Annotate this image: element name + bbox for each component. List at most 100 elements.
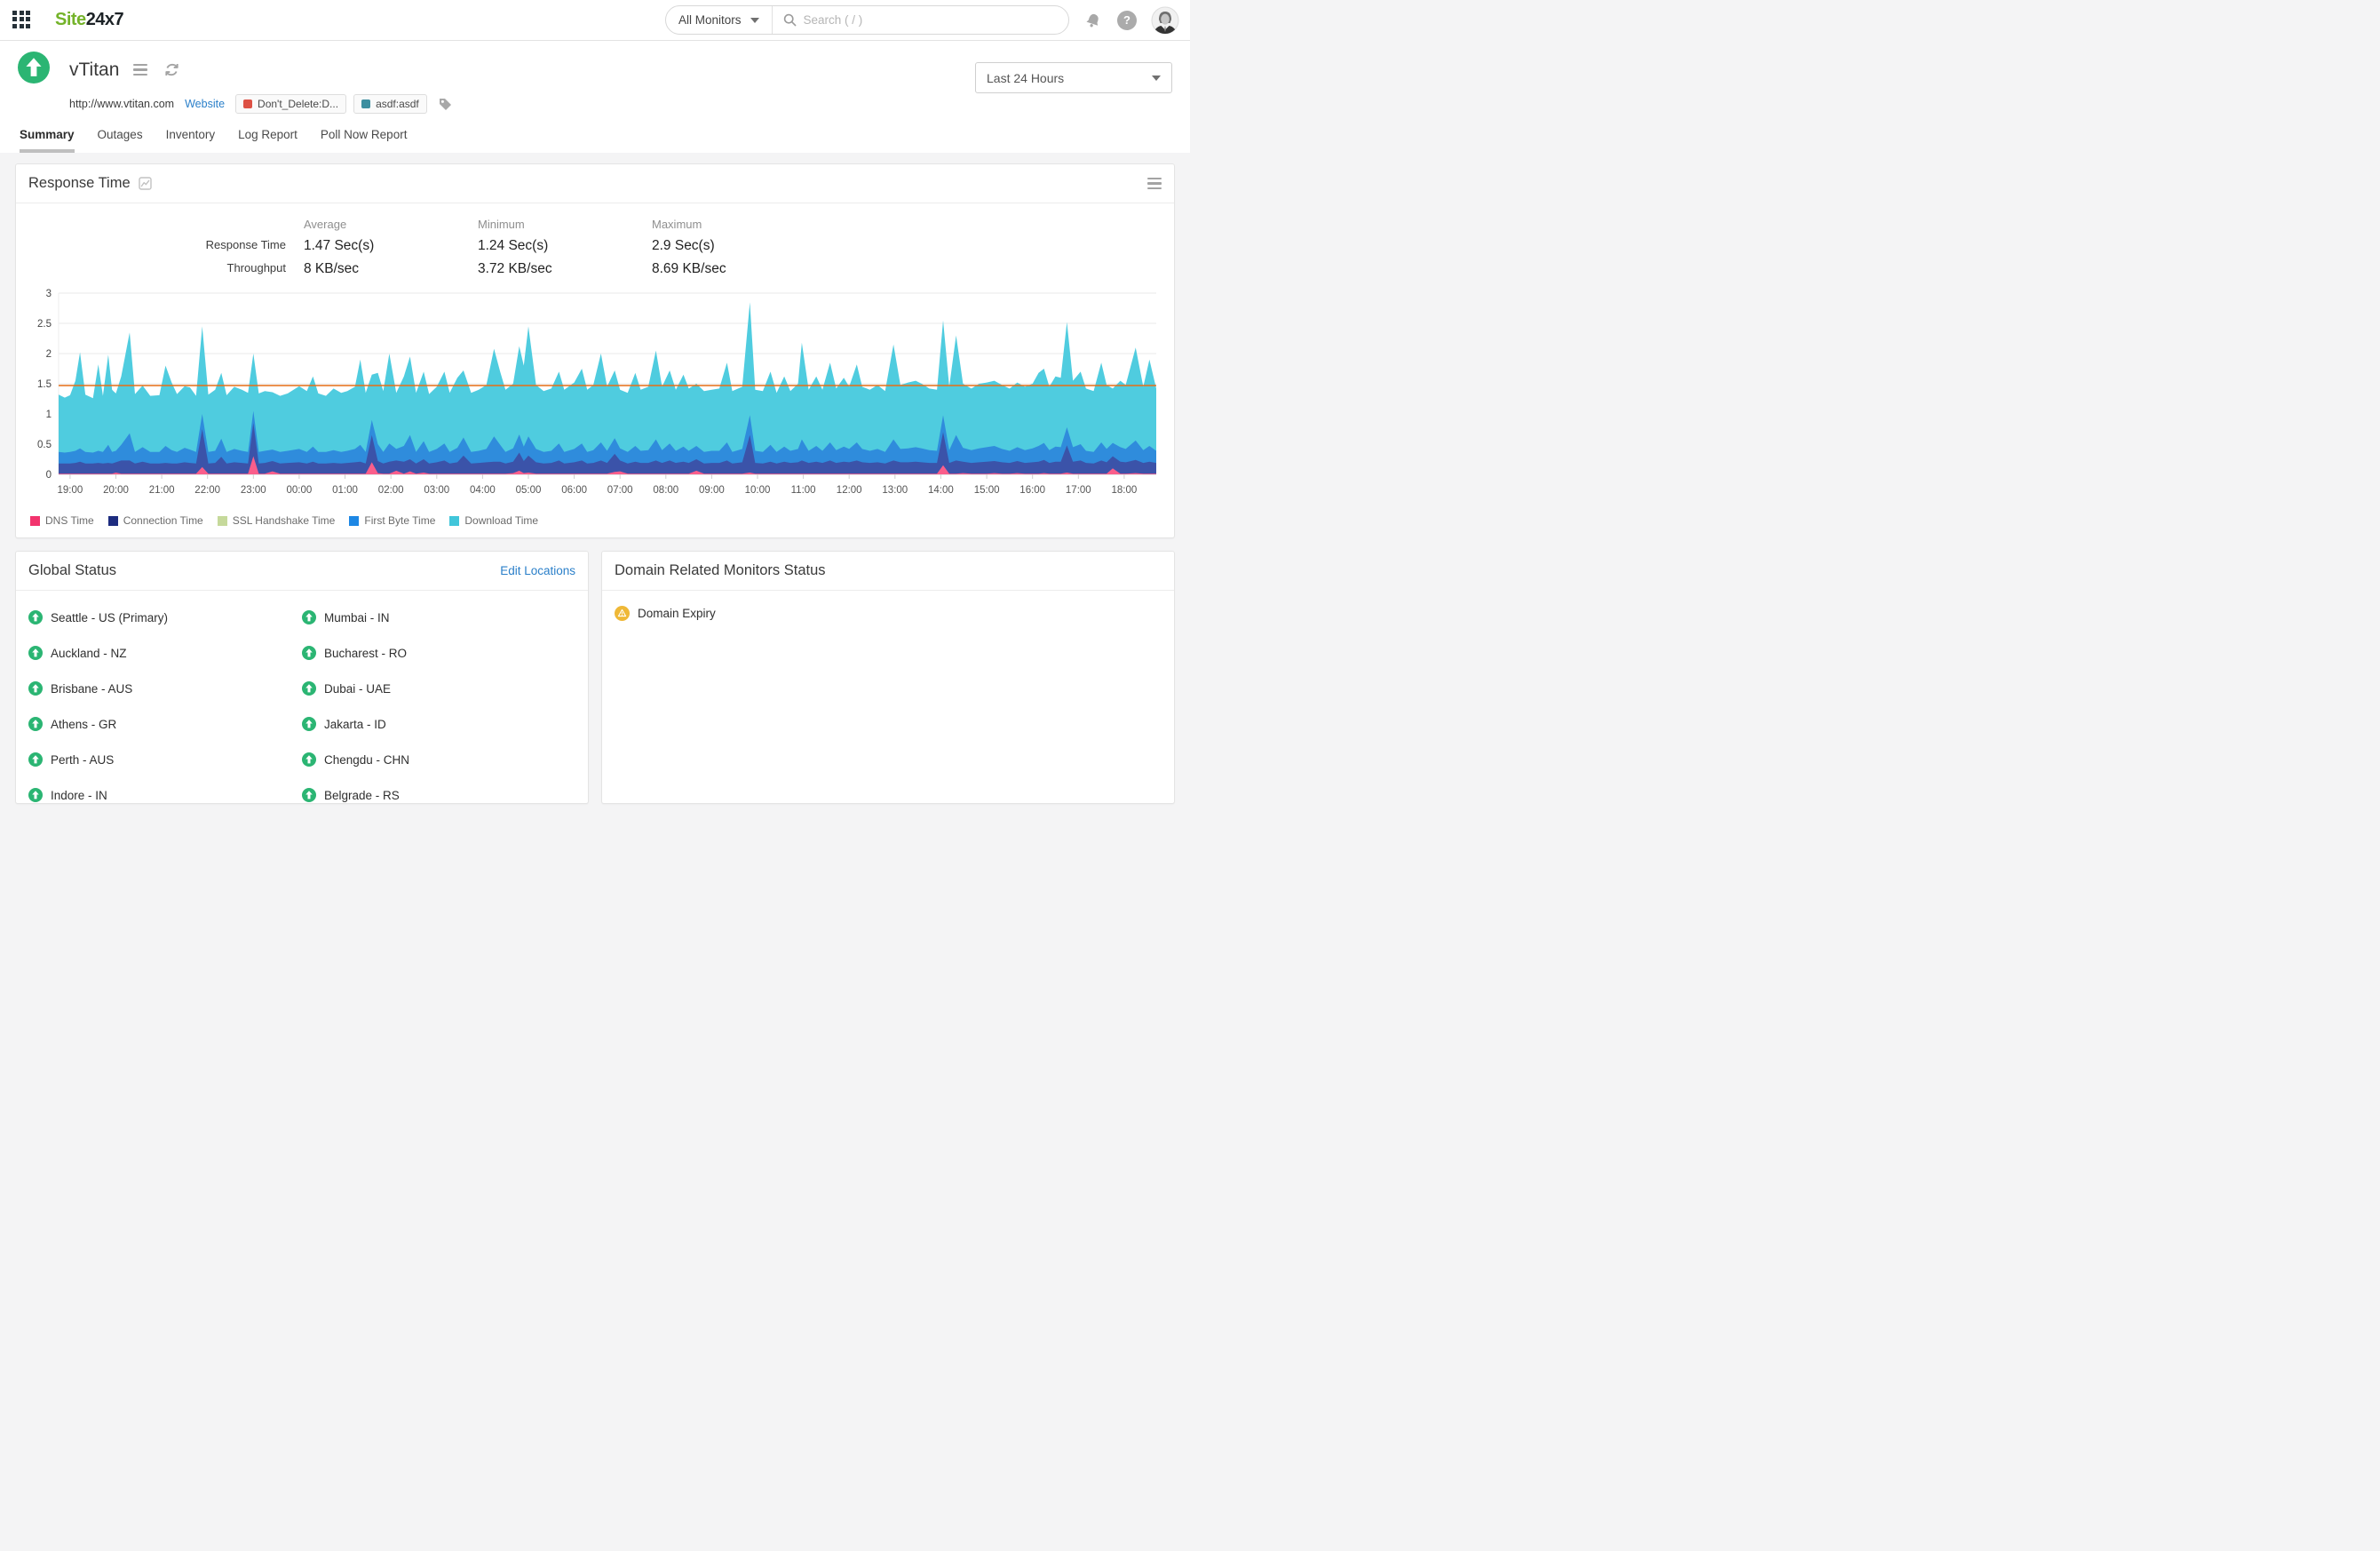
status-up-icon bbox=[302, 681, 316, 696]
edit-locations-link[interactable]: Edit Locations bbox=[500, 564, 575, 577]
monitor-scope-label: All Monitors bbox=[678, 13, 742, 27]
time-range-value: Last 24 Hours bbox=[987, 71, 1064, 85]
location-row[interactable]: Belgrade - RS bbox=[302, 777, 575, 804]
tag-icon[interactable] bbox=[438, 97, 453, 112]
location-row[interactable]: Brisbane - AUS bbox=[28, 671, 302, 706]
monitor-scope-dropdown[interactable]: All Monitors bbox=[666, 6, 773, 34]
warning-icon bbox=[615, 606, 630, 621]
stats-value: 8 KB/sec bbox=[304, 261, 478, 277]
location-row[interactable]: Seattle - US (Primary) bbox=[28, 600, 302, 635]
domain-monitors-panel: Domain Related Monitors Status Domain Ex… bbox=[601, 551, 1175, 804]
location-label: Jakarta - ID bbox=[324, 718, 386, 731]
site24x7-logo[interactable]: Site24x7 bbox=[55, 10, 123, 30]
stats-value: 8.69 KB/sec bbox=[652, 261, 826, 277]
legend-item-first-byte-time[interactable]: First Byte Time bbox=[349, 514, 435, 527]
location-row[interactable]: Bucharest - RO bbox=[302, 635, 575, 671]
svg-text:11:00: 11:00 bbox=[791, 485, 816, 496]
location-label: Indore - IN bbox=[51, 789, 107, 802]
stats-col-header: Average bbox=[304, 218, 478, 231]
svg-text:03:00: 03:00 bbox=[424, 485, 449, 496]
chart-legend: DNS Time Connection Time SSL Handshake Tim… bbox=[16, 513, 1174, 537]
status-up-icon bbox=[302, 788, 316, 802]
legend-item-connection-time[interactable]: Connection Time bbox=[108, 514, 203, 527]
domain-panel-title: Domain Related Monitors Status bbox=[615, 562, 826, 579]
status-up-icon bbox=[28, 717, 43, 731]
global-search-bar: All Monitors bbox=[665, 5, 1069, 35]
user-avatar[interactable] bbox=[1151, 6, 1179, 35]
tab-outages[interactable]: Outages bbox=[98, 128, 143, 153]
location-label: Brisbane - AUS bbox=[51, 682, 132, 696]
legend-item-download-time[interactable]: Download Time bbox=[449, 514, 538, 527]
monitor-tabs: Summary Outages Inventory Log Report Poll No… bbox=[18, 128, 1172, 153]
location-row[interactable]: Dubai - UAE bbox=[302, 671, 575, 706]
svg-text:05:00: 05:00 bbox=[516, 485, 542, 496]
status-up-icon bbox=[28, 610, 43, 624]
legend-swatch bbox=[218, 516, 227, 526]
svg-text:12:00: 12:00 bbox=[837, 485, 862, 496]
stats-row-label: Throughput bbox=[28, 261, 304, 277]
location-row[interactable]: Perth - AUS bbox=[28, 742, 302, 777]
domain-monitor-row[interactable]: Domain Expiry bbox=[602, 591, 1174, 626]
response-time-panel: Response Time AverageMinimumMaximumRespo… bbox=[15, 163, 1175, 538]
global-status-panel: Global Status Edit Locations Seattle - U… bbox=[15, 551, 589, 804]
location-label: Belgrade - RS bbox=[324, 789, 400, 802]
status-up-icon bbox=[28, 788, 43, 802]
svg-text:19:00: 19:00 bbox=[58, 485, 83, 496]
stats-col-header: Maximum bbox=[652, 218, 826, 231]
svg-text:04:00: 04:00 bbox=[470, 485, 496, 496]
panel-menu-icon[interactable] bbox=[1147, 178, 1162, 190]
refresh-icon[interactable] bbox=[163, 61, 180, 78]
svg-text:20:00: 20:00 bbox=[103, 485, 129, 496]
apps-grid-icon[interactable] bbox=[12, 11, 32, 30]
svg-text:2: 2 bbox=[46, 349, 52, 360]
monitor-type-link[interactable]: Website bbox=[185, 98, 225, 110]
svg-text:3: 3 bbox=[46, 289, 52, 299]
svg-text:01:00: 01:00 bbox=[332, 485, 358, 496]
location-label: Seattle - US (Primary) bbox=[51, 611, 168, 624]
legend-label: First Byte Time bbox=[364, 514, 435, 527]
tab-summary[interactable]: Summary bbox=[20, 128, 75, 153]
domain-items: Domain Expiry bbox=[602, 591, 1174, 626]
tab-log-report[interactable]: Log Report bbox=[238, 128, 298, 153]
global-status-title: Global Status bbox=[28, 562, 116, 579]
monitor-tag[interactable]: Don't_Delete:D... bbox=[235, 94, 346, 114]
svg-text:10:00: 10:00 bbox=[745, 485, 771, 496]
svg-text:08:00: 08:00 bbox=[653, 485, 678, 496]
status-up-icon bbox=[28, 681, 43, 696]
stats-value: 3.72 KB/sec bbox=[478, 261, 652, 277]
location-row[interactable]: Athens - GR bbox=[28, 706, 302, 742]
legend-item-dns-time[interactable]: DNS Time bbox=[30, 514, 94, 527]
stats-value: 1.24 Sec(s) bbox=[478, 238, 652, 254]
chevron-down-icon bbox=[750, 18, 759, 23]
monitor-tag[interactable]: asdf:asdf bbox=[353, 94, 427, 114]
legend-item-ssl-handshake-time[interactable]: SSL Handshake Time bbox=[218, 514, 336, 527]
monitor-name: vTitan bbox=[69, 60, 119, 81]
location-row[interactable]: Chengdu - CHN bbox=[302, 742, 575, 777]
help-icon[interactable]: ? bbox=[1117, 11, 1137, 30]
location-label: Auckland - NZ bbox=[51, 647, 127, 660]
location-row[interactable]: Mumbai - IN bbox=[302, 600, 575, 635]
tab-poll-now-report[interactable]: Poll Now Report bbox=[321, 128, 408, 153]
svg-text:1.5: 1.5 bbox=[37, 379, 52, 390]
trend-chart-icon[interactable] bbox=[139, 177, 152, 190]
svg-text:02:00: 02:00 bbox=[378, 485, 404, 496]
location-row[interactable]: Indore - IN bbox=[28, 777, 302, 804]
svg-text:2.5: 2.5 bbox=[37, 319, 52, 330]
tab-inventory[interactable]: Inventory bbox=[166, 128, 216, 153]
notifications-bell-icon[interactable] bbox=[1083, 11, 1103, 30]
monitor-menu-icon[interactable] bbox=[133, 64, 147, 76]
response-stats-table: AverageMinimumMaximumResponse Time1.47 S… bbox=[16, 203, 1174, 281]
domain-monitor-label: Domain Expiry bbox=[638, 607, 716, 620]
location-label: Chengdu - CHN bbox=[324, 753, 409, 767]
search-input[interactable] bbox=[804, 13, 1058, 27]
tag-label: asdf:asdf bbox=[376, 98, 419, 110]
location-row[interactable]: Auckland - NZ bbox=[28, 635, 302, 671]
legend-label: SSL Handshake Time bbox=[233, 514, 336, 527]
location-row[interactable]: Jakarta - ID bbox=[302, 706, 575, 742]
stats-row-label: Response Time bbox=[28, 238, 304, 254]
response-chart-svg[interactable]: 00.511.522.5319:0020:0021:0022:0023:0000… bbox=[28, 286, 1160, 506]
monitor-url: http://www.vtitan.com bbox=[69, 98, 174, 110]
location-label: Perth - AUS bbox=[51, 753, 114, 767]
time-range-dropdown[interactable]: Last 24 Hours bbox=[975, 62, 1172, 93]
monitor-tags: Don't_Delete:D... asdf:asdf bbox=[235, 94, 427, 114]
